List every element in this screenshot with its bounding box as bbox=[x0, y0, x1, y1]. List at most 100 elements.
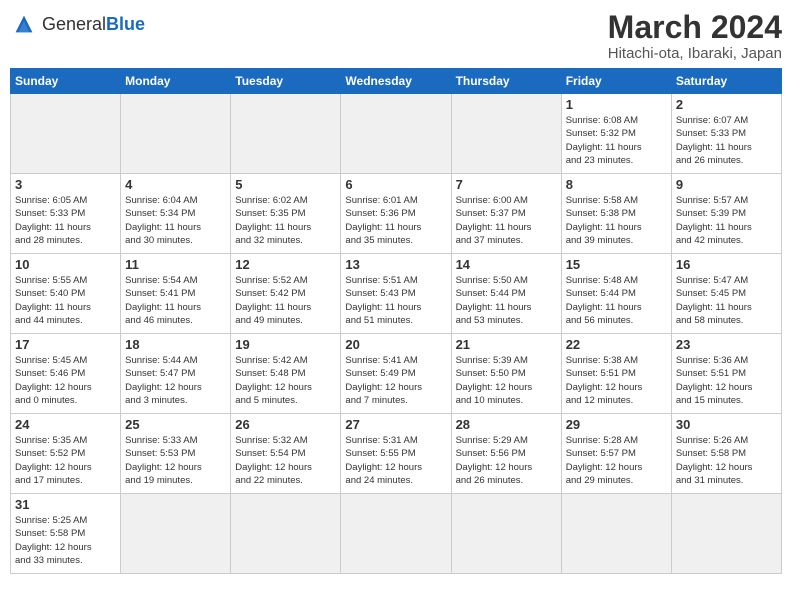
generalblue-icon bbox=[10, 10, 38, 38]
day-info: Sunrise: 6:04 AM Sunset: 5:34 PM Dayligh… bbox=[125, 194, 226, 247]
calendar-cell-3: 3 Sunrise: 6:05 AM Sunset: 5:33 PM Daylig… bbox=[11, 174, 121, 254]
day-info: Sunrise: 5:54 AM Sunset: 5:41 PM Dayligh… bbox=[125, 274, 226, 327]
calendar-cell-9: 9Sunrise: 5:57 AM Sunset: 5:39 PM Daylig… bbox=[671, 174, 781, 254]
day-number: 18 bbox=[125, 337, 226, 352]
day-info: Sunrise: 5:50 AM Sunset: 5:44 PM Dayligh… bbox=[456, 274, 557, 327]
day-number: 29 bbox=[566, 417, 667, 432]
page-header: GeneralBlue March 2024 Hitachi-ota, Ibar… bbox=[10, 10, 782, 62]
calendar-cell-13: 13 Sunrise: 5:51 AM Sunset: 5:43 PM Dayli… bbox=[341, 254, 451, 334]
day-info: Sunrise: 5:33 AM Sunset: 5:53 PM Dayligh… bbox=[125, 434, 226, 487]
calendar-cell-31: 31 Sunrise: 5:25 AM Sunset: 5:58 PM Dayli… bbox=[11, 494, 121, 574]
day-info: Sunrise: 5:31 AM Sunset: 5:55 PM Dayligh… bbox=[345, 434, 446, 487]
day-number: 12 bbox=[235, 257, 336, 272]
calendar-cell-20: 20 Sunrise: 5:41 AM Sunset: 5:49 PM Dayli… bbox=[341, 334, 451, 414]
day-info: Sunrise: 6:07 AM Sunset: 5:33 PM Dayligh… bbox=[676, 114, 777, 167]
week-row-1: 3 Sunrise: 6:05 AM Sunset: 5:33 PM Daylig… bbox=[11, 174, 782, 254]
weekday-header-tuesday: Tuesday bbox=[231, 69, 341, 94]
day-info: Sunrise: 5:38 AM Sunset: 5:51 PM Dayligh… bbox=[566, 354, 667, 407]
calendar-cell-10: 10Sunrise: 5:55 AM Sunset: 5:40 PM Dayli… bbox=[11, 254, 121, 334]
calendar-cell-empty bbox=[121, 494, 231, 574]
day-info: Sunrise: 5:26 AM Sunset: 5:58 PM Dayligh… bbox=[676, 434, 777, 487]
day-info: Sunrise: 6:00 AM Sunset: 5:37 PM Dayligh… bbox=[456, 194, 557, 247]
day-info: Sunrise: 5:44 AM Sunset: 5:47 PM Dayligh… bbox=[125, 354, 226, 407]
calendar-cell-2: 2 Sunrise: 6:07 AM Sunset: 5:33 PM Daylig… bbox=[671, 94, 781, 174]
day-number: 28 bbox=[456, 417, 557, 432]
day-info: Sunrise: 5:52 AM Sunset: 5:42 PM Dayligh… bbox=[235, 274, 336, 327]
day-number: 25 bbox=[125, 417, 226, 432]
day-info: Sunrise: 5:55 AM Sunset: 5:40 PM Dayligh… bbox=[15, 274, 116, 327]
day-number: 3 bbox=[15, 177, 116, 192]
day-number: 2 bbox=[676, 97, 777, 112]
week-row-3: 17 Sunrise: 5:45 AM Sunset: 5:46 PM Dayli… bbox=[11, 334, 782, 414]
day-number: 22 bbox=[566, 337, 667, 352]
calendar-cell-empty bbox=[231, 494, 341, 574]
day-info: Sunrise: 5:41 AM Sunset: 5:49 PM Dayligh… bbox=[345, 354, 446, 407]
day-info: Sunrise: 6:08 AM Sunset: 5:32 PM Dayligh… bbox=[566, 114, 667, 167]
day-info: Sunrise: 6:01 AM Sunset: 5:36 PM Dayligh… bbox=[345, 194, 446, 247]
day-number: 1 bbox=[566, 97, 667, 112]
day-info: Sunrise: 5:58 AM Sunset: 5:38 PM Dayligh… bbox=[566, 194, 667, 247]
weekday-header-thursday: Thursday bbox=[451, 69, 561, 94]
day-info: Sunrise: 5:35 AM Sunset: 5:52 PM Dayligh… bbox=[15, 434, 116, 487]
calendar-cell-11: 11 Sunrise: 5:54 AM Sunset: 5:41 PM Dayli… bbox=[121, 254, 231, 334]
calendar-cell-27: 27 Sunrise: 5:31 AM Sunset: 5:55 PM Dayli… bbox=[341, 414, 451, 494]
calendar-cell-15: 15Sunrise: 5:48 AM Sunset: 5:44 PM Dayli… bbox=[561, 254, 671, 334]
calendar-cell-empty bbox=[451, 94, 561, 174]
calendar-cell-23: 23 Sunrise: 5:36 AM Sunset: 5:51 PM Dayli… bbox=[671, 334, 781, 414]
day-number: 6 bbox=[345, 177, 446, 192]
calendar-cell-7: 7Sunrise: 6:00 AM Sunset: 5:37 PM Daylig… bbox=[451, 174, 561, 254]
calendar-cell-empty bbox=[451, 494, 561, 574]
day-info: Sunrise: 5:36 AM Sunset: 5:51 PM Dayligh… bbox=[676, 354, 777, 407]
day-info: Sunrise: 5:48 AM Sunset: 5:44 PM Dayligh… bbox=[566, 274, 667, 327]
day-number: 17 bbox=[15, 337, 116, 352]
calendar-cell-29: 29 Sunrise: 5:28 AM Sunset: 5:57 PM Dayli… bbox=[561, 414, 671, 494]
calendar-cell-4: 4 Sunrise: 6:04 AM Sunset: 5:34 PM Daylig… bbox=[121, 174, 231, 254]
week-row-4: 24 Sunrise: 5:35 AM Sunset: 5:52 PM Dayli… bbox=[11, 414, 782, 494]
calendar-cell-14: 14 Sunrise: 5:50 AM Sunset: 5:44 PM Dayli… bbox=[451, 254, 561, 334]
month-year-title: March 2024 bbox=[608, 10, 782, 45]
day-info: Sunrise: 5:25 AM Sunset: 5:58 PM Dayligh… bbox=[15, 514, 116, 567]
day-info: Sunrise: 6:02 AM Sunset: 5:35 PM Dayligh… bbox=[235, 194, 336, 247]
day-number: 8 bbox=[566, 177, 667, 192]
day-number: 4 bbox=[125, 177, 226, 192]
calendar-title-area: March 2024 Hitachi-ota, Ibaraki, Japan bbox=[608, 10, 782, 62]
day-number: 26 bbox=[235, 417, 336, 432]
weekday-header-saturday: Saturday bbox=[671, 69, 781, 94]
day-number: 27 bbox=[345, 417, 446, 432]
calendar-cell-24: 24 Sunrise: 5:35 AM Sunset: 5:52 PM Dayli… bbox=[11, 414, 121, 494]
calendar-table: SundayMondayTuesdayWednesdayThursdayFrid… bbox=[10, 68, 782, 574]
day-info: Sunrise: 5:51 AM Sunset: 5:43 PM Dayligh… bbox=[345, 274, 446, 327]
logo-text: GeneralBlue bbox=[42, 14, 145, 35]
day-number: 5 bbox=[235, 177, 336, 192]
day-number: 31 bbox=[15, 497, 116, 512]
day-number: 24 bbox=[15, 417, 116, 432]
calendar-cell-25: 25 Sunrise: 5:33 AM Sunset: 5:53 PM Dayli… bbox=[121, 414, 231, 494]
day-info: Sunrise: 6:05 AM Sunset: 5:33 PM Dayligh… bbox=[15, 194, 116, 247]
calendar-cell-empty bbox=[11, 94, 121, 174]
week-row-2: 10Sunrise: 5:55 AM Sunset: 5:40 PM Dayli… bbox=[11, 254, 782, 334]
calendar-cell-empty bbox=[671, 494, 781, 574]
weekday-header-monday: Monday bbox=[121, 69, 231, 94]
calendar-cell-21: 21Sunrise: 5:39 AM Sunset: 5:50 PM Dayli… bbox=[451, 334, 561, 414]
weekday-header-row: SundayMondayTuesdayWednesdayThursdayFrid… bbox=[11, 69, 782, 94]
calendar-cell-empty bbox=[341, 494, 451, 574]
calendar-cell-17: 17 Sunrise: 5:45 AM Sunset: 5:46 PM Dayli… bbox=[11, 334, 121, 414]
day-number: 16 bbox=[676, 257, 777, 272]
day-number: 14 bbox=[456, 257, 557, 272]
calendar-cell-26: 26 Sunrise: 5:32 AM Sunset: 5:54 PM Dayli… bbox=[231, 414, 341, 494]
calendar-cell-12: 12 Sunrise: 5:52 AM Sunset: 5:42 PM Dayli… bbox=[231, 254, 341, 334]
day-number: 13 bbox=[345, 257, 446, 272]
week-row-5: 31 Sunrise: 5:25 AM Sunset: 5:58 PM Dayli… bbox=[11, 494, 782, 574]
weekday-header-sunday: Sunday bbox=[11, 69, 121, 94]
day-info: Sunrise: 5:32 AM Sunset: 5:54 PM Dayligh… bbox=[235, 434, 336, 487]
day-info: Sunrise: 5:28 AM Sunset: 5:57 PM Dayligh… bbox=[566, 434, 667, 487]
day-info: Sunrise: 5:39 AM Sunset: 5:50 PM Dayligh… bbox=[456, 354, 557, 407]
day-number: 23 bbox=[676, 337, 777, 352]
day-number: 11 bbox=[125, 257, 226, 272]
day-info: Sunrise: 5:42 AM Sunset: 5:48 PM Dayligh… bbox=[235, 354, 336, 407]
calendar-cell-5: 5 Sunrise: 6:02 AM Sunset: 5:35 PM Daylig… bbox=[231, 174, 341, 254]
calendar-cell-empty bbox=[561, 494, 671, 574]
day-number: 20 bbox=[345, 337, 446, 352]
day-info: Sunrise: 5:45 AM Sunset: 5:46 PM Dayligh… bbox=[15, 354, 116, 407]
calendar-cell-16: 16Sunrise: 5:47 AM Sunset: 5:45 PM Dayli… bbox=[671, 254, 781, 334]
